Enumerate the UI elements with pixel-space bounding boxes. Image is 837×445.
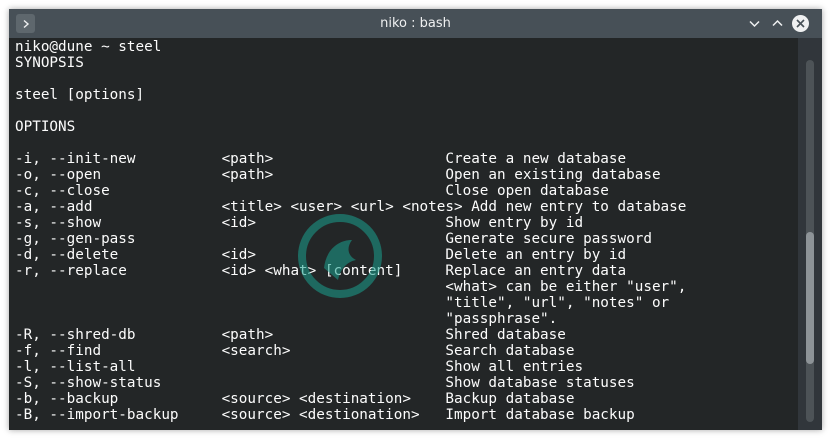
terminal-window: niko : bash niko@dune ~ steel SYNOPSIS ste… [9, 9, 822, 430]
terminal-line: SYNOPSIS [15, 55, 84, 71]
chevron-up-icon [772, 19, 783, 27]
terminal-line: -i, --init-new <path> Create a new datab… [15, 151, 627, 167]
close-button[interactable] [792, 15, 809, 32]
terminal-line: -c, --close Close open database [15, 183, 609, 199]
terminal-line: OPTIONS [15, 119, 76, 135]
terminal-line: -B, --import-backup <source> <destionati… [15, 407, 635, 423]
chevron-down-icon [749, 20, 760, 28]
scrollbar-thumb[interactable] [806, 232, 814, 364]
terminal-line: "passphrase". [15, 311, 558, 327]
maximize-button[interactable] [769, 15, 786, 32]
terminal-line: -o, --open <path> Open an existing datab… [15, 167, 661, 183]
terminal-line: -f, --find <search> Search database [15, 343, 575, 359]
terminal-line: -b, --backup <source> <destination> Back… [15, 391, 575, 407]
title-bar[interactable]: niko : bash [9, 9, 822, 38]
close-icon [796, 19, 805, 28]
terminal-line: niko@dune ~ steel [15, 39, 162, 55]
vertical-scrollbar[interactable] [798, 38, 822, 430]
terminal-line: steel [options] [15, 87, 145, 103]
terminal-line: -S, --show-status Show database statuses [15, 375, 635, 391]
terminal-line: -l, --list-all Show all entries [15, 359, 584, 375]
window-title: niko : bash [380, 16, 451, 31]
watermark-logo-icon [298, 214, 382, 298]
terminal-line: -R, --shred-db <path> Shred database [15, 327, 566, 343]
terminal-output[interactable]: niko@dune ~ steel SYNOPSIS steel [options]… [9, 38, 798, 430]
minimize-button[interactable] [746, 15, 763, 32]
